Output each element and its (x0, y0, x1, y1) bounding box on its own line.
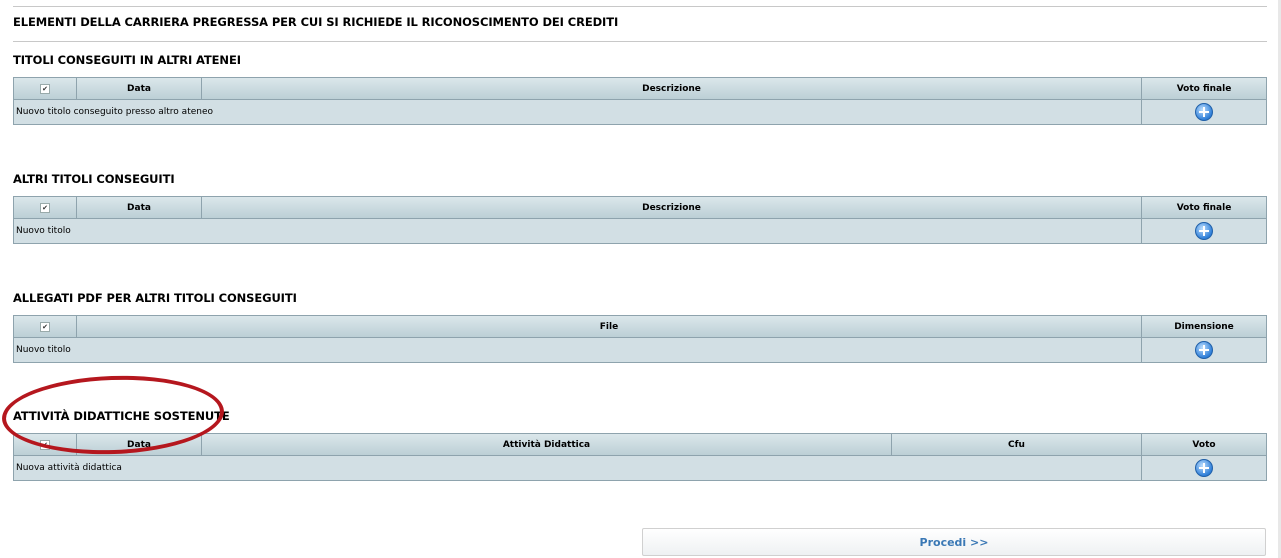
section-title-allegati-pdf: ALLEGATI PDF PER ALTRI TITOLI CONSEGUITI (13, 291, 297, 305)
plus-circle-icon[interactable] (1195, 459, 1213, 477)
add-cell (1142, 219, 1266, 243)
add-cell (1142, 456, 1266, 480)
row-label: Nuovo titolo (14, 338, 1142, 362)
checkmark-icon[interactable]: ✔ (40, 202, 50, 213)
column-header-descrizione[interactable]: Descrizione (202, 197, 1142, 218)
table-header: ✔ File Dimensione (14, 316, 1266, 338)
column-header-voto-finale[interactable]: Voto finale (1142, 197, 1266, 218)
column-header-data[interactable]: Data (77, 197, 202, 218)
row-label: Nuova attività didattica (14, 456, 1142, 480)
select-all-column[interactable]: ✔ (14, 78, 77, 99)
plus-circle-icon[interactable] (1195, 222, 1213, 240)
procedi-button[interactable]: Procedi >> (642, 528, 1266, 556)
column-header-attivita-didattica[interactable]: Attività Didattica (202, 434, 892, 455)
title-divider (13, 41, 1267, 42)
section-title-altri-atenei: TITOLI CONSEGUITI IN ALTRI ATENEI (13, 53, 241, 67)
table-altri-atenei: ✔ Data Descrizione Voto finale Nuovo tit… (13, 77, 1267, 125)
add-cell (1142, 338, 1266, 362)
table-row: Nuovo titolo (14, 219, 1266, 243)
table-attivita-didattiche: ✔ Data Attività Didattica Cfu Voto Nuova… (13, 433, 1267, 481)
column-header-voto-finale[interactable]: Voto finale (1142, 78, 1266, 99)
checkmark-icon[interactable]: ✔ (40, 83, 50, 94)
table-row: Nuovo titolo (14, 338, 1266, 362)
checkmark-icon[interactable]: ✔ (40, 321, 50, 332)
section-title-altri-titoli: ALTRI TITOLI CONSEGUITI (13, 172, 175, 186)
column-header-voto[interactable]: Voto (1142, 434, 1266, 455)
table-allegati-pdf: ✔ File Dimensione Nuovo titolo (13, 315, 1267, 363)
table-row: Nuova attività didattica (14, 456, 1266, 480)
column-header-dimensione[interactable]: Dimensione (1142, 316, 1266, 337)
column-header-cfu[interactable]: Cfu (892, 434, 1142, 455)
table-header: ✔ Data Attività Didattica Cfu Voto (14, 434, 1266, 456)
table-header: ✔ Data Descrizione Voto finale (14, 197, 1266, 219)
column-header-file[interactable]: File (77, 316, 1142, 337)
top-divider (13, 6, 1267, 7)
select-all-column[interactable]: ✔ (14, 316, 77, 337)
table-header: ✔ Data Descrizione Voto finale (14, 78, 1266, 100)
plus-circle-icon[interactable] (1195, 103, 1213, 121)
column-header-data[interactable]: Data (77, 78, 202, 99)
add-cell (1142, 100, 1266, 124)
table-altri-titoli: ✔ Data Descrizione Voto finale Nuovo tit… (13, 196, 1267, 244)
plus-circle-icon[interactable] (1195, 341, 1213, 359)
column-header-descrizione[interactable]: Descrizione (202, 78, 1142, 99)
row-label: Nuovo titolo (14, 219, 1142, 243)
page-title: ELEMENTI DELLA CARRIERA PREGRESSA PER CU… (13, 15, 619, 29)
table-row: Nuovo titolo conseguito presso altro ate… (14, 100, 1266, 124)
row-label: Nuovo titolo conseguito presso altro ate… (14, 100, 1142, 124)
select-all-column[interactable]: ✔ (14, 197, 77, 218)
